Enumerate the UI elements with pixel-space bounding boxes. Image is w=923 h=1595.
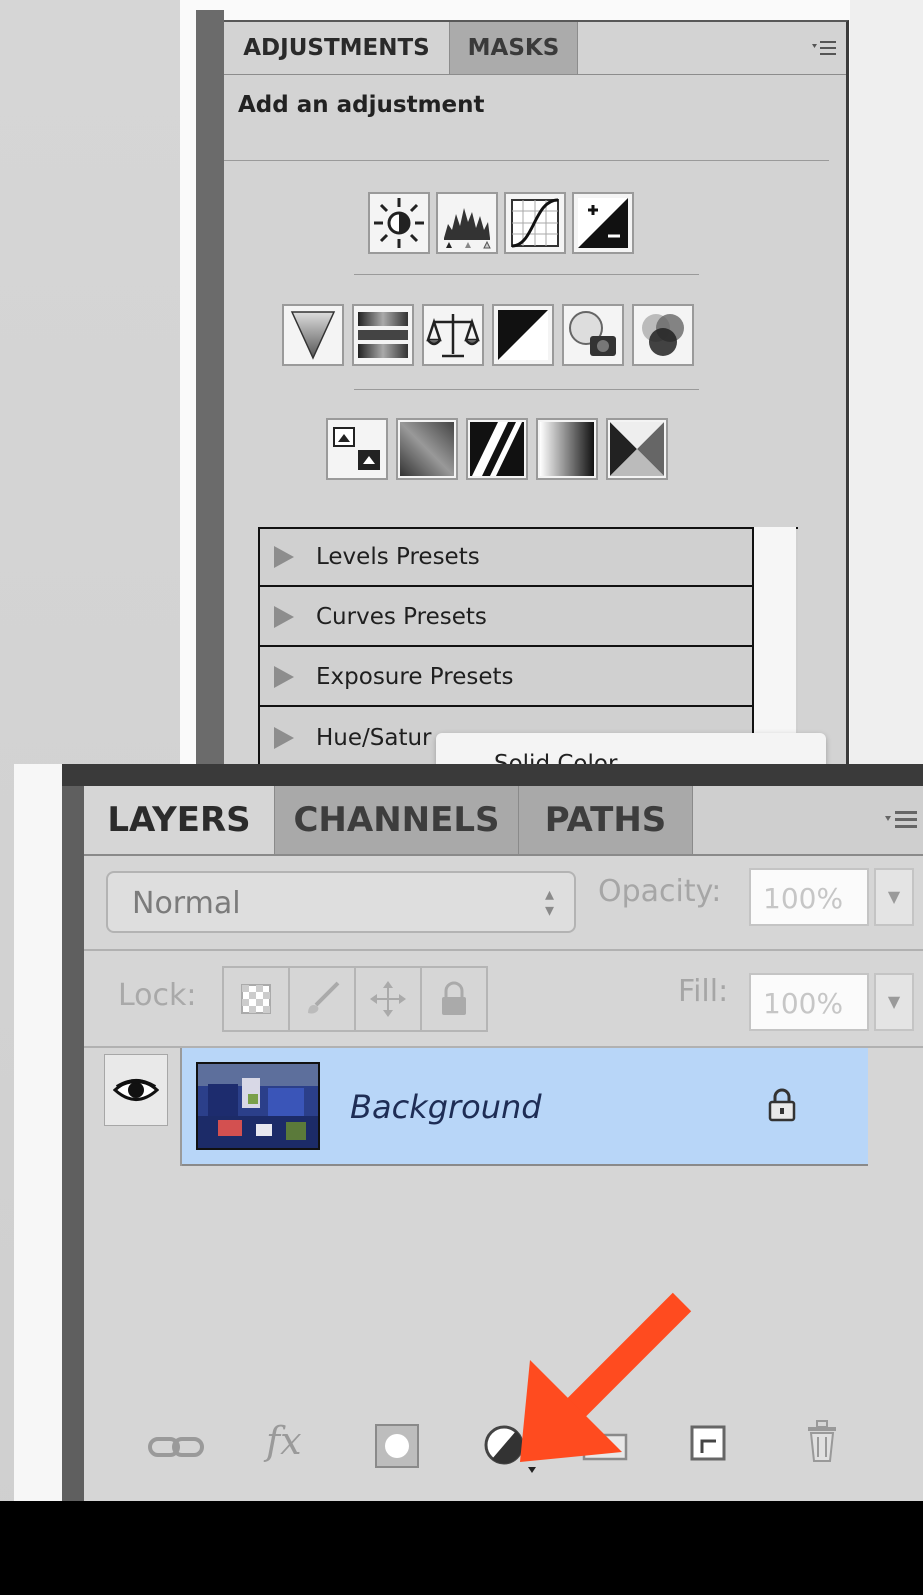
selective-color-icon[interactable] xyxy=(606,418,668,480)
opacity-value: 100% xyxy=(763,882,844,915)
panel-menu-icon[interactable] xyxy=(810,38,838,58)
new-layer-icon[interactable] xyxy=(688,1423,728,1467)
preset-exposure[interactable]: Exposure Presets xyxy=(260,649,786,707)
black-white-icon[interactable] xyxy=(492,304,554,366)
lock-image-pixels-icon[interactable] xyxy=(290,968,356,1030)
disclosure-triangle-icon[interactable] xyxy=(274,546,294,568)
lock-label: Lock: xyxy=(118,978,197,1013)
lock-position-icon[interactable] xyxy=(356,968,422,1030)
eye-icon[interactable] xyxy=(104,1054,168,1126)
layers-tab-bar: LAYERS CHANNELS PATHS xyxy=(84,786,923,856)
lock-buttons xyxy=(222,966,488,1032)
lock-transparent-pixels-icon[interactable] xyxy=(224,968,290,1030)
separator xyxy=(224,160,829,161)
blend-mode-select[interactable]: Normal ▴ ▾ xyxy=(106,871,576,933)
photo-filter-icon[interactable] xyxy=(562,304,624,366)
channel-mixer-icon[interactable] xyxy=(632,304,694,366)
layer-thumbnail xyxy=(196,1062,320,1150)
adjustments-window-frame xyxy=(196,10,224,780)
blend-mode-value: Normal xyxy=(132,886,241,921)
adjustment-icon-row-1 xyxy=(368,192,634,254)
preset-label: Levels Presets xyxy=(316,544,480,570)
separator xyxy=(354,274,699,275)
threshold-icon[interactable] xyxy=(466,418,528,480)
layer-name[interactable]: Background xyxy=(350,1088,542,1126)
color-balance-icon[interactable] xyxy=(422,304,484,366)
bottom-black-bar xyxy=(0,1501,923,1595)
add-mask-icon[interactable] xyxy=(374,1423,420,1473)
invert-icon[interactable] xyxy=(326,418,388,480)
link-layers-icon[interactable] xyxy=(146,1429,206,1469)
disclosure-triangle-icon[interactable] xyxy=(274,666,294,688)
fill-value: 100% xyxy=(763,987,844,1020)
preset-curves[interactable]: Curves Presets xyxy=(260,589,786,647)
adjustments-tab-bar: ADJUSTMENTS MASKS xyxy=(224,22,846,75)
new-adjustment-layer-icon[interactable] xyxy=(478,1417,538,1481)
delete-layer-icon[interactable] xyxy=(802,1417,842,1469)
brightness-contrast-icon[interactable] xyxy=(368,192,430,254)
levels-icon[interactable] xyxy=(436,192,498,254)
curves-icon[interactable] xyxy=(504,192,566,254)
tab-channels[interactable]: CHANNELS xyxy=(274,786,518,854)
layers-window-frame xyxy=(62,786,84,1516)
adjustment-icon-row-2 xyxy=(282,304,694,366)
tab-layers[interactable]: LAYERS xyxy=(84,786,274,854)
tab-adjustments[interactable]: ADJUSTMENTS xyxy=(224,22,450,74)
fill-label: Fill: xyxy=(678,974,729,1009)
lock-all-icon[interactable] xyxy=(422,968,486,1030)
exposure-icon[interactable] xyxy=(572,192,634,254)
vibrance-icon[interactable] xyxy=(282,304,344,366)
panel-menu-icon[interactable] xyxy=(881,808,921,839)
opacity-label: Opacity: xyxy=(598,874,722,909)
separator xyxy=(354,389,699,390)
hue-saturation-icon[interactable] xyxy=(352,304,414,366)
disclosure-triangle-icon[interactable] xyxy=(274,727,294,749)
layers-bottom-toolbar: fx xyxy=(84,1401,923,1501)
layers-window-titlebar xyxy=(62,764,923,786)
opacity-dropdown-arrow-icon[interactable]: ▼ xyxy=(874,868,914,926)
gradient-map-icon[interactable] xyxy=(536,418,598,480)
preset-label: Exposure Presets xyxy=(316,664,514,690)
updown-arrows-icon: ▴ ▾ xyxy=(544,884,554,921)
adjustments-subtitle: Add an adjustment xyxy=(238,92,485,118)
preset-levels[interactable]: Levels Presets xyxy=(260,529,786,587)
preset-label: Curves Presets xyxy=(316,604,487,630)
tab-paths[interactable]: PATHS xyxy=(518,786,692,854)
fill-dropdown-arrow-icon[interactable]: ▼ xyxy=(874,973,914,1031)
disclosure-triangle-icon[interactable] xyxy=(274,606,294,628)
layer-lock-icon xyxy=(766,1086,798,1126)
tab-masks[interactable]: MASKS xyxy=(450,22,578,74)
opacity-input[interactable]: 100% xyxy=(749,868,869,926)
preset-label: Hue/Satur xyxy=(316,725,432,751)
posterize-icon[interactable] xyxy=(396,418,458,480)
fx-icon[interactable]: fx xyxy=(266,1419,302,1463)
new-group-icon[interactable] xyxy=(582,1425,628,1465)
divider xyxy=(84,949,923,951)
adjustment-icon-row-3 xyxy=(326,418,668,480)
fill-input[interactable]: 100% xyxy=(749,973,869,1031)
layers-panel: LAYERS CHANNELS PATHS Normal ▴ ▾ Opacity:… xyxy=(84,786,923,1501)
